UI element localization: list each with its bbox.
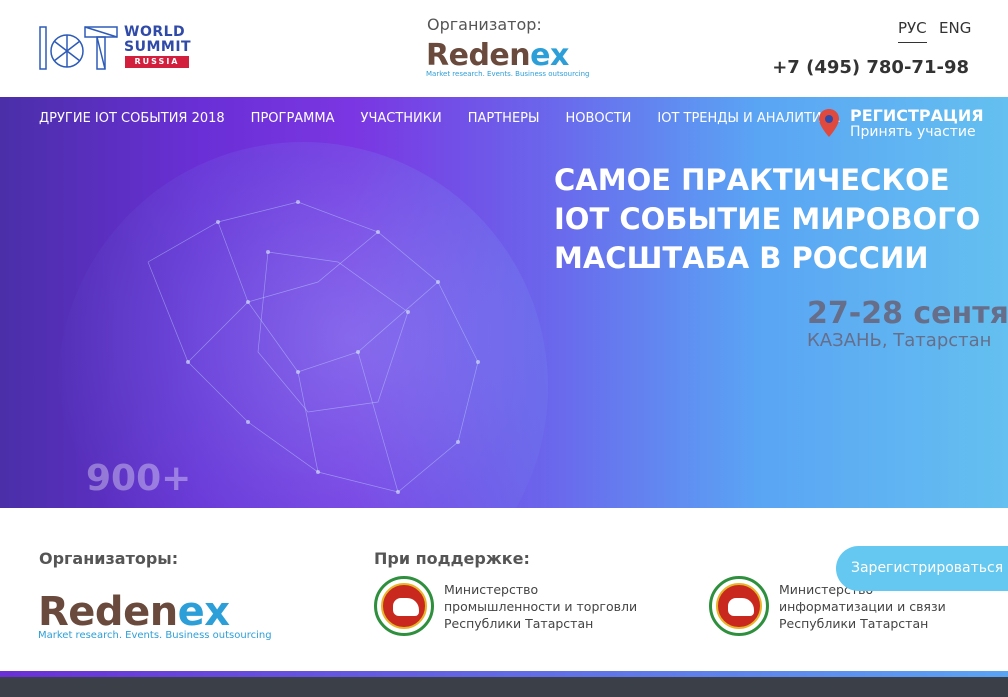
nav-item-other-events[interactable]: ДРУГИЕ IOT СОБЫТИЯ 2018 [39, 111, 225, 131]
event-location: КАЗАНЬ, Татарстан [807, 330, 992, 351]
ministry-line: Республики Татарстан [779, 616, 929, 631]
registration-sub-link[interactable]: Принять участие [850, 124, 976, 140]
lang-en-link[interactable]: ENG [939, 19, 971, 37]
globe-network-graphic [147, 200, 480, 494]
iot-world-summit-logo[interactable]: WORLD SUMMIT RUSSIA [39, 25, 191, 71]
main-nav: ДРУГИЕ IOT СОБЫТИЯ 2018 ПРОГРАММА УЧАСТН… [39, 111, 866, 131]
logo-word-world: WORLD [124, 24, 186, 40]
registration-link[interactable]: РЕГИСТРАЦИЯ [850, 106, 984, 125]
redenex-wordmark: Redenex [38, 589, 230, 635]
ministry-line: Республики Татарстан [444, 616, 594, 631]
phone-number[interactable]: +7 (495) 780-71-98 [772, 57, 969, 78]
nav-item-partners[interactable]: ПАРТНЕРЫ [468, 111, 540, 131]
redenex-tagline: Market research. Events. Business outsou… [38, 630, 272, 641]
lang-ru-link[interactable]: РУС [898, 19, 927, 43]
nav-item-news[interactable]: НОВОСТИ [565, 111, 631, 131]
globe-image [58, 142, 548, 508]
tatarstan-emblem-icon [709, 576, 769, 636]
nav-item-participants[interactable]: УЧАСТНИКИ [361, 111, 442, 131]
ministry-line: информатизации и связи [779, 599, 946, 614]
organizers-title: Организаторы: [39, 549, 179, 568]
iot-logo-icon [39, 26, 118, 70]
location-pin-icon [819, 109, 839, 137]
ministry-industry-trade[interactable]: Министерство промышленности и торговли Р… [444, 581, 637, 632]
nav-item-iot-trends[interactable]: IOT ТРЕНДЫ И АНАЛИТИКА [657, 111, 839, 131]
nav-item-program[interactable]: ПРОГРАММА [251, 111, 335, 131]
logo-word-summit: SUMMIT [124, 39, 192, 55]
hero-banner: ДРУГИЕ IOT СОБЫТИЯ 2018 ПРОГРАММА УЧАСТН… [0, 97, 1008, 508]
tatarstan-emblem-icon [374, 576, 434, 636]
hero-stat-counter: 900+ [86, 458, 192, 499]
redenex-wordmark: Redenex [426, 38, 569, 73]
event-dates: 27-28 сентябр [807, 296, 1008, 331]
logo-word-russia: RUSSIA [125, 56, 189, 68]
register-button[interactable]: Зарегистрироваться [836, 546, 1008, 591]
footer-bar [0, 677, 1008, 697]
ministry-line: промышленности и торговли [444, 599, 638, 614]
redenex-tagline: Market research. Events. Business outsou… [426, 70, 590, 78]
hero-title: САМОЕ ПРАКТИЧЕСКОЕ IOT СОБЫТИЕ МИРОВОГО … [554, 163, 981, 275]
redenex-organizer-logo[interactable]: Redenex Market research. Events. Busines… [38, 589, 272, 641]
organizer-label: Организатор: [427, 15, 542, 34]
support-title: При поддержке: [374, 549, 530, 568]
ministry-line: Министерство [444, 582, 539, 597]
site-header: WORLD SUMMIT RUSSIA Организатор: Redenex… [0, 0, 1008, 97]
redenex-header-logo[interactable]: Redenex Market research. Events. Busines… [426, 38, 590, 79]
